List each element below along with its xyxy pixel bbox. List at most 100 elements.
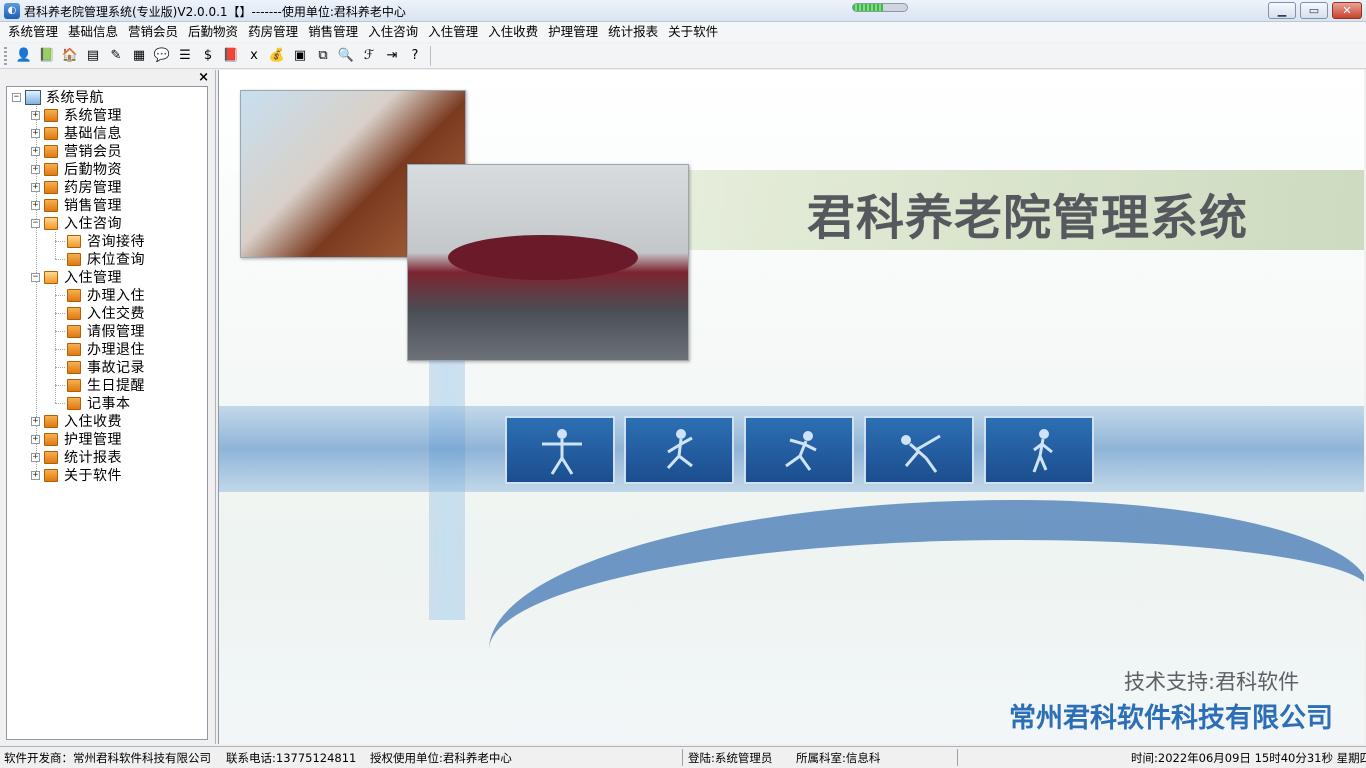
navigation-panel: × − 系统导航 + 系统管理 + 基础信息 + 营销会员 + 后勤物资 + 药房管理 + 销售管理 − 入住… [0,70,216,744]
folder-icon [67,324,81,338]
tree-node[interactable]: + 关于软件 [31,466,122,484]
ledger-icon[interactable]: 📕 [220,45,242,67]
expand-toggle-icon[interactable]: + [31,182,40,192]
tree-node-label: 统计报表 [64,450,122,466]
card-icon[interactable]: ▤ [82,45,104,67]
tree-leaf[interactable]: 生日提醒 [67,376,145,394]
tree-leaf[interactable]: 记事本 [67,394,131,412]
network-icon[interactable]: ⧉ [312,45,334,67]
menu-item-1[interactable]: 基础信息 [63,23,123,41]
title-bar: ◐ 君科养老院管理系统(专业版)V2.0.0.1【】-------使用单位:君科… [0,0,1366,22]
folder-icon [67,342,81,356]
menu-item-4[interactable]: 药房管理 [243,23,303,41]
film-frame [744,416,854,484]
menu-item-8[interactable]: 入住收费 [483,23,543,41]
tree-node[interactable]: + 后勤物资 [31,160,122,178]
tree-node[interactable]: + 系统管理 [31,106,122,124]
tree-node[interactable]: + 统计报表 [31,448,122,466]
collapse-toggle-icon[interactable]: − [31,272,40,282]
tree-leaf[interactable]: 请假管理 [67,322,145,340]
tree-leaf[interactable]: 床位查询 [67,250,145,268]
calculator-icon[interactable]: ▣ [289,45,311,67]
maximize-button[interactable]: ▭ [1300,2,1328,19]
folder-icon [67,360,81,374]
tree-leaf[interactable]: 入住交费 [67,304,145,322]
navigation-root-icon [25,89,41,105]
collapse-toggle-icon[interactable]: − [31,218,40,228]
tree-node[interactable]: − 入住管理 [31,268,122,286]
menu-item-5[interactable]: 销售管理 [303,23,363,41]
menu-item-2[interactable]: 营销会员 [123,23,183,41]
tree-node-label: 后勤物资 [64,162,122,178]
dollar-icon[interactable]: $ [197,45,219,67]
folder-icon [44,450,58,464]
menu-item-10[interactable]: 统计报表 [603,23,663,41]
tree-leaf[interactable]: 事故记录 [67,358,145,376]
tree-guide-line [55,232,56,259]
tree-leaf[interactable]: 办理入住 [67,286,145,304]
toolbar: 👤 📗 🏠 ▤ ✎ ▦ 💬 ☰ $ 📕 ⅹ 💰 ▣ ⧉ 🔍 ℱ ⇥? [0,43,1366,69]
tree-leaf-label: 办理入住 [87,288,145,304]
minimize-button[interactable]: ▁ [1268,2,1296,19]
tree-node[interactable]: + 基础信息 [31,124,122,142]
help-icon[interactable]: ? [404,45,426,67]
toolbar-grip[interactable] [4,46,7,65]
tree-node-label: 系统管理 [64,108,122,124]
expand-toggle-icon[interactable]: + [31,452,40,462]
expand-toggle-icon[interactable]: + [31,146,40,156]
tree-root[interactable]: − 系统导航 [12,88,104,106]
folder-icon [44,468,58,482]
loading-progress [852,3,908,12]
menu-item-6[interactable]: 入住咨询 [363,23,423,41]
folder-icon [44,126,58,140]
close-button[interactable]: ✕ [1332,2,1362,19]
expand-toggle-icon[interactable]: + [31,470,40,480]
tree-leaf-label: 请假管理 [87,324,145,340]
pencil-icon[interactable]: ✎ [105,45,127,67]
menu-item-9[interactable]: 护理管理 [543,23,603,41]
tree-leaf[interactable]: 咨询接待 [67,232,145,250]
list-icon[interactable]: ☰ [174,45,196,67]
expand-toggle-icon[interactable]: + [31,416,40,426]
book-icon[interactable]: 📗 [36,45,58,67]
tree-node[interactable]: + 药房管理 [31,178,122,196]
expand-toggle-icon[interactable]: + [31,200,40,210]
chat-icon[interactable]: 💬 [151,45,173,67]
exit-icon[interactable]: ⇥ [381,45,403,67]
tree-guide-line [55,403,65,404]
money-bag-icon[interactable]: 💰 [266,45,288,67]
menu-bar: 系统管理 基础信息 营销会员 后勤物资 药房管理 销售管理 入住咨询 入住管理 入住收费 护理管理… [0,22,1366,42]
film-frame [864,416,974,484]
expand-toggle-icon[interactable]: + [31,110,40,120]
banner-title: 君科养老院管理系统 [807,190,1249,246]
tree-guide-line [55,295,65,296]
app-logo-icon: ◐ [4,3,20,19]
windows-icon[interactable]: ▦ [128,45,150,67]
menu-item-0[interactable]: 系统管理 [3,23,63,41]
tree-leaf[interactable]: 办理退住 [67,340,145,358]
tree-node-label: 药房管理 [64,180,122,196]
menu-item-3[interactable]: 后勤物资 [183,23,243,41]
home-icon[interactable]: 🏠 [59,45,81,67]
collapse-toggle-icon[interactable]: − [12,92,21,102]
expand-toggle-icon[interactable]: + [31,128,40,138]
expand-toggle-icon[interactable]: + [31,434,40,444]
folder-icon [44,162,58,176]
user-icon[interactable]: 👤 [13,45,35,67]
menu-item-7[interactable]: 入住管理 [423,23,483,41]
status-dept: 所属科室:信息科 [796,751,881,765]
panel-close-icon[interactable]: × [198,70,209,85]
tech-support-text: 技术支持:君科软件 [1124,670,1300,694]
status-phone: 联系电话:13775124811 [226,751,357,765]
tree-node[interactable]: + 销售管理 [31,196,122,214]
formula-icon[interactable]: ℱ [358,45,380,67]
doc-search-icon[interactable]: 🔍 [335,45,357,67]
menu-item-11[interactable]: 关于软件 [663,23,723,41]
tree-node[interactable]: + 营销会员 [31,142,122,160]
xy-icon[interactable]: ⅹ [243,45,265,67]
tree-node-label: 入住咨询 [64,216,122,232]
tree-node[interactable]: − 入住咨询 [31,214,122,232]
tree-node[interactable]: + 护理管理 [31,430,122,448]
tree-node[interactable]: + 入住收费 [31,412,122,430]
expand-toggle-icon[interactable]: + [31,164,40,174]
